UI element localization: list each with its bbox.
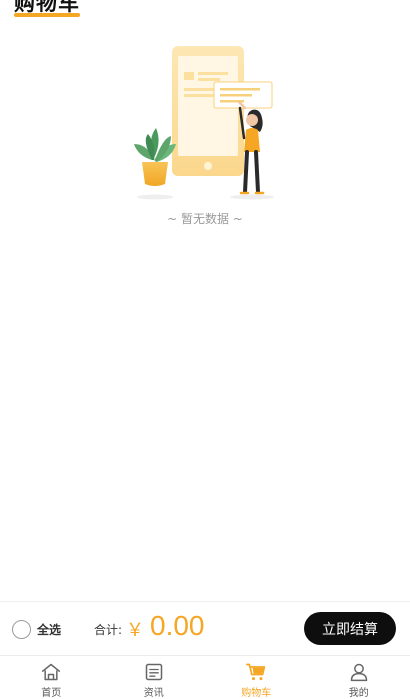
select-all-label: 全选 <box>37 622 62 637</box>
tab-home-label: 首页 <box>41 688 62 699</box>
tab-news-label: 资讯 <box>143 688 164 699</box>
cart-icon <box>246 663 266 681</box>
total-label: 合计: <box>94 623 123 637</box>
currency-symbol: ￥ <box>126 620 144 641</box>
checkout-button[interactable]: 立即结算 <box>304 612 396 645</box>
empty-cart-illustration <box>134 46 274 200</box>
select-all-radio[interactable] <box>12 619 31 639</box>
total-amount: 0.00 <box>150 610 205 641</box>
tab-profile-label: 我的 <box>348 688 369 699</box>
empty-state-message: ~ 暂无数据 ~ <box>167 212 243 226</box>
page-title: 购物车 <box>14 0 80 15</box>
home-icon <box>42 663 61 681</box>
user-icon <box>350 663 367 682</box>
bottom-tabbar: 首页 资讯 购物车 我的 <box>0 655 410 699</box>
tab-cart-label: 购物车 <box>241 688 272 699</box>
tab-cart[interactable]: 购物车 <box>205 656 308 699</box>
tab-profile[interactable]: 我的 <box>308 656 410 699</box>
select-all-toggle[interactable]: 全选 <box>12 619 61 639</box>
tab-news[interactable]: 资讯 <box>103 656 206 699</box>
checkout-bar: 全选 合计: ￥ 0.00 立即结算 <box>0 601 410 655</box>
page-header: 购物车 <box>14 0 80 20</box>
news-icon <box>145 663 162 681</box>
tab-home[interactable]: 首页 <box>0 656 103 699</box>
